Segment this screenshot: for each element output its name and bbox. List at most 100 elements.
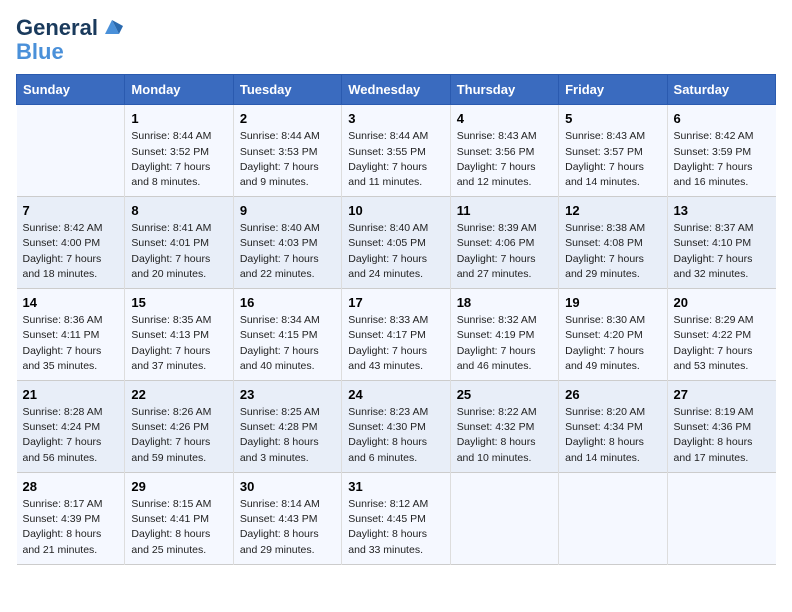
calendar-table: SundayMondayTuesdayWednesdayThursdayFrid… <box>16 74 776 564</box>
header-row: SundayMondayTuesdayWednesdayThursdayFrid… <box>17 75 776 105</box>
day-info: Sunrise: 8:26 AM Sunset: 4:26 PM Dayligh… <box>131 405 226 466</box>
day-info: Sunrise: 8:35 AM Sunset: 4:13 PM Dayligh… <box>131 313 226 374</box>
day-number: 4 <box>457 111 552 126</box>
day-info: Sunrise: 8:44 AM Sunset: 3:52 PM Dayligh… <box>131 129 226 190</box>
day-cell: 6Sunrise: 8:42 AM Sunset: 3:59 PM Daylig… <box>667 105 775 197</box>
day-info: Sunrise: 8:29 AM Sunset: 4:22 PM Dayligh… <box>674 313 770 374</box>
day-cell: 18 Sunrise: 8:32 AM Sunset: 4:19 PM Dayli… <box>450 289 558 381</box>
day-cell: 5 Sunrise: 8:43 AM Sunset: 3:57 PM Daylig… <box>559 105 667 197</box>
day-info: Sunrise: 8:40 AM Sunset: 4:03 PM Dayligh… <box>240 221 335 282</box>
day-cell: 22 Sunrise: 8:26 AM Sunset: 4:26 PM Dayli… <box>125 381 233 473</box>
day-info: Sunrise: 8:25 AM Sunset: 4:28 PM Dayligh… <box>240 405 335 466</box>
day-cell: 4 Sunrise: 8:43 AM Sunset: 3:56 PM Daylig… <box>450 105 558 197</box>
day-number: 14 <box>23 295 119 310</box>
day-cell: 1 Sunrise: 8:44 AM Sunset: 3:52 PM Daylig… <box>125 105 233 197</box>
page-header: General Blue <box>16 16 776 64</box>
day-cell: 25 Sunrise: 8:22 AM Sunset: 4:32 PM Dayli… <box>450 381 558 473</box>
day-number: 13 <box>674 203 770 218</box>
day-info: Sunrise: 8:36 AM Sunset: 4:11 PM Dayligh… <box>23 313 119 374</box>
col-header-thursday: Thursday <box>450 75 558 105</box>
day-cell: 2 Sunrise: 8:44 AM Sunset: 3:53 PM Daylig… <box>233 105 341 197</box>
day-number: 5 <box>565 111 660 126</box>
week-row-3: 14 Sunrise: 8:36 AM Sunset: 4:11 PM Dayli… <box>17 289 776 381</box>
day-cell: 15 Sunrise: 8:35 AM Sunset: 4:13 PM Dayli… <box>125 289 233 381</box>
day-cell: 8 Sunrise: 8:41 AM Sunset: 4:01 PM Daylig… <box>125 197 233 289</box>
logo-blue: Blue <box>16 40 64 64</box>
day-number: 1 <box>131 111 226 126</box>
day-info: Sunrise: 8:43 AM Sunset: 3:56 PM Dayligh… <box>457 129 552 190</box>
day-cell: 26 Sunrise: 8:20 AM Sunset: 4:34 PM Dayli… <box>559 381 667 473</box>
day-number: 9 <box>240 203 335 218</box>
day-info: Sunrise: 8:17 AM Sunset: 4:39 PM Dayligh… <box>23 497 119 558</box>
day-info: Sunrise: 8:41 AM Sunset: 4:01 PM Dayligh… <box>131 221 226 282</box>
day-info: Sunrise: 8:44 AM Sunset: 3:53 PM Dayligh… <box>240 129 335 190</box>
day-info: Sunrise: 8:19 AM Sunset: 4:36 PM Dayligh… <box>674 405 770 466</box>
day-number: 23 <box>240 387 335 402</box>
day-cell: 3 Sunrise: 8:44 AM Sunset: 3:55 PM Daylig… <box>342 105 450 197</box>
day-info: Sunrise: 8:22 AM Sunset: 4:32 PM Dayligh… <box>457 405 552 466</box>
day-cell: 21 Sunrise: 8:28 AM Sunset: 4:24 PM Dayli… <box>17 381 125 473</box>
day-number: 15 <box>131 295 226 310</box>
week-row-2: 7Sunrise: 8:42 AM Sunset: 4:00 PM Daylig… <box>17 197 776 289</box>
week-row-4: 21 Sunrise: 8:28 AM Sunset: 4:24 PM Dayli… <box>17 381 776 473</box>
day-number: 26 <box>565 387 660 402</box>
day-number: 29 <box>131 479 226 494</box>
day-cell: 28 Sunrise: 8:17 AM Sunset: 4:39 PM Dayli… <box>17 472 125 564</box>
col-header-friday: Friday <box>559 75 667 105</box>
day-cell: 13 Sunrise: 8:37 AM Sunset: 4:10 PM Dayli… <box>667 197 775 289</box>
day-number: 24 <box>348 387 443 402</box>
day-cell: 7Sunrise: 8:42 AM Sunset: 4:00 PM Daylig… <box>17 197 125 289</box>
day-info: Sunrise: 8:39 AM Sunset: 4:06 PM Dayligh… <box>457 221 552 282</box>
day-info: Sunrise: 8:33 AM Sunset: 4:17 PM Dayligh… <box>348 313 443 374</box>
day-info: Sunrise: 8:42 AM Sunset: 4:00 PM Dayligh… <box>23 221 119 282</box>
day-number: 16 <box>240 295 335 310</box>
day-info: Sunrise: 8:38 AM Sunset: 4:08 PM Dayligh… <box>565 221 660 282</box>
logo-general: General <box>16 16 98 40</box>
day-number: 22 <box>131 387 226 402</box>
day-number: 3 <box>348 111 443 126</box>
day-cell: 29Sunrise: 8:15 AM Sunset: 4:41 PM Dayli… <box>125 472 233 564</box>
day-number: 12 <box>565 203 660 218</box>
day-info: Sunrise: 8:40 AM Sunset: 4:05 PM Dayligh… <box>348 221 443 282</box>
day-number: 18 <box>457 295 552 310</box>
day-info: Sunrise: 8:20 AM Sunset: 4:34 PM Dayligh… <box>565 405 660 466</box>
day-number: 27 <box>674 387 770 402</box>
day-number: 17 <box>348 295 443 310</box>
day-number: 19 <box>565 295 660 310</box>
day-number: 6 <box>674 111 770 126</box>
day-info: Sunrise: 8:37 AM Sunset: 4:10 PM Dayligh… <box>674 221 770 282</box>
col-header-wednesday: Wednesday <box>342 75 450 105</box>
day-cell: 11 Sunrise: 8:39 AM Sunset: 4:06 PM Dayli… <box>450 197 558 289</box>
day-cell: 14 Sunrise: 8:36 AM Sunset: 4:11 PM Dayli… <box>17 289 125 381</box>
day-cell: 27 Sunrise: 8:19 AM Sunset: 4:36 PM Dayli… <box>667 381 775 473</box>
day-cell: 31 Sunrise: 8:12 AM Sunset: 4:45 PM Dayli… <box>342 472 450 564</box>
day-cell: 23 Sunrise: 8:25 AM Sunset: 4:28 PM Dayli… <box>233 381 341 473</box>
day-cell: 10 Sunrise: 8:40 AM Sunset: 4:05 PM Dayli… <box>342 197 450 289</box>
day-number: 31 <box>348 479 443 494</box>
col-header-saturday: Saturday <box>667 75 775 105</box>
day-info: Sunrise: 8:28 AM Sunset: 4:24 PM Dayligh… <box>23 405 119 466</box>
day-info: Sunrise: 8:43 AM Sunset: 3:57 PM Dayligh… <box>565 129 660 190</box>
day-cell: 16 Sunrise: 8:34 AM Sunset: 4:15 PM Dayli… <box>233 289 341 381</box>
day-info: Sunrise: 8:14 AM Sunset: 4:43 PM Dayligh… <box>240 497 335 558</box>
day-number: 28 <box>23 479 119 494</box>
day-cell <box>667 472 775 564</box>
day-number: 21 <box>23 387 119 402</box>
day-info: Sunrise: 8:12 AM Sunset: 4:45 PM Dayligh… <box>348 497 443 558</box>
week-row-1: 1 Sunrise: 8:44 AM Sunset: 3:52 PM Daylig… <box>17 105 776 197</box>
day-cell: 9 Sunrise: 8:40 AM Sunset: 4:03 PM Daylig… <box>233 197 341 289</box>
day-info: Sunrise: 8:34 AM Sunset: 4:15 PM Dayligh… <box>240 313 335 374</box>
day-info: Sunrise: 8:44 AM Sunset: 3:55 PM Dayligh… <box>348 129 443 190</box>
day-number: 8 <box>131 203 226 218</box>
day-number: 30 <box>240 479 335 494</box>
col-header-sunday: Sunday <box>17 75 125 105</box>
logo-icon <box>101 16 123 38</box>
col-header-monday: Monday <box>125 75 233 105</box>
day-number: 2 <box>240 111 335 126</box>
day-number: 25 <box>457 387 552 402</box>
week-row-5: 28 Sunrise: 8:17 AM Sunset: 4:39 PM Dayli… <box>17 472 776 564</box>
day-number: 10 <box>348 203 443 218</box>
day-number: 11 <box>457 203 552 218</box>
day-info: Sunrise: 8:30 AM Sunset: 4:20 PM Dayligh… <box>565 313 660 374</box>
day-info: Sunrise: 8:32 AM Sunset: 4:19 PM Dayligh… <box>457 313 552 374</box>
